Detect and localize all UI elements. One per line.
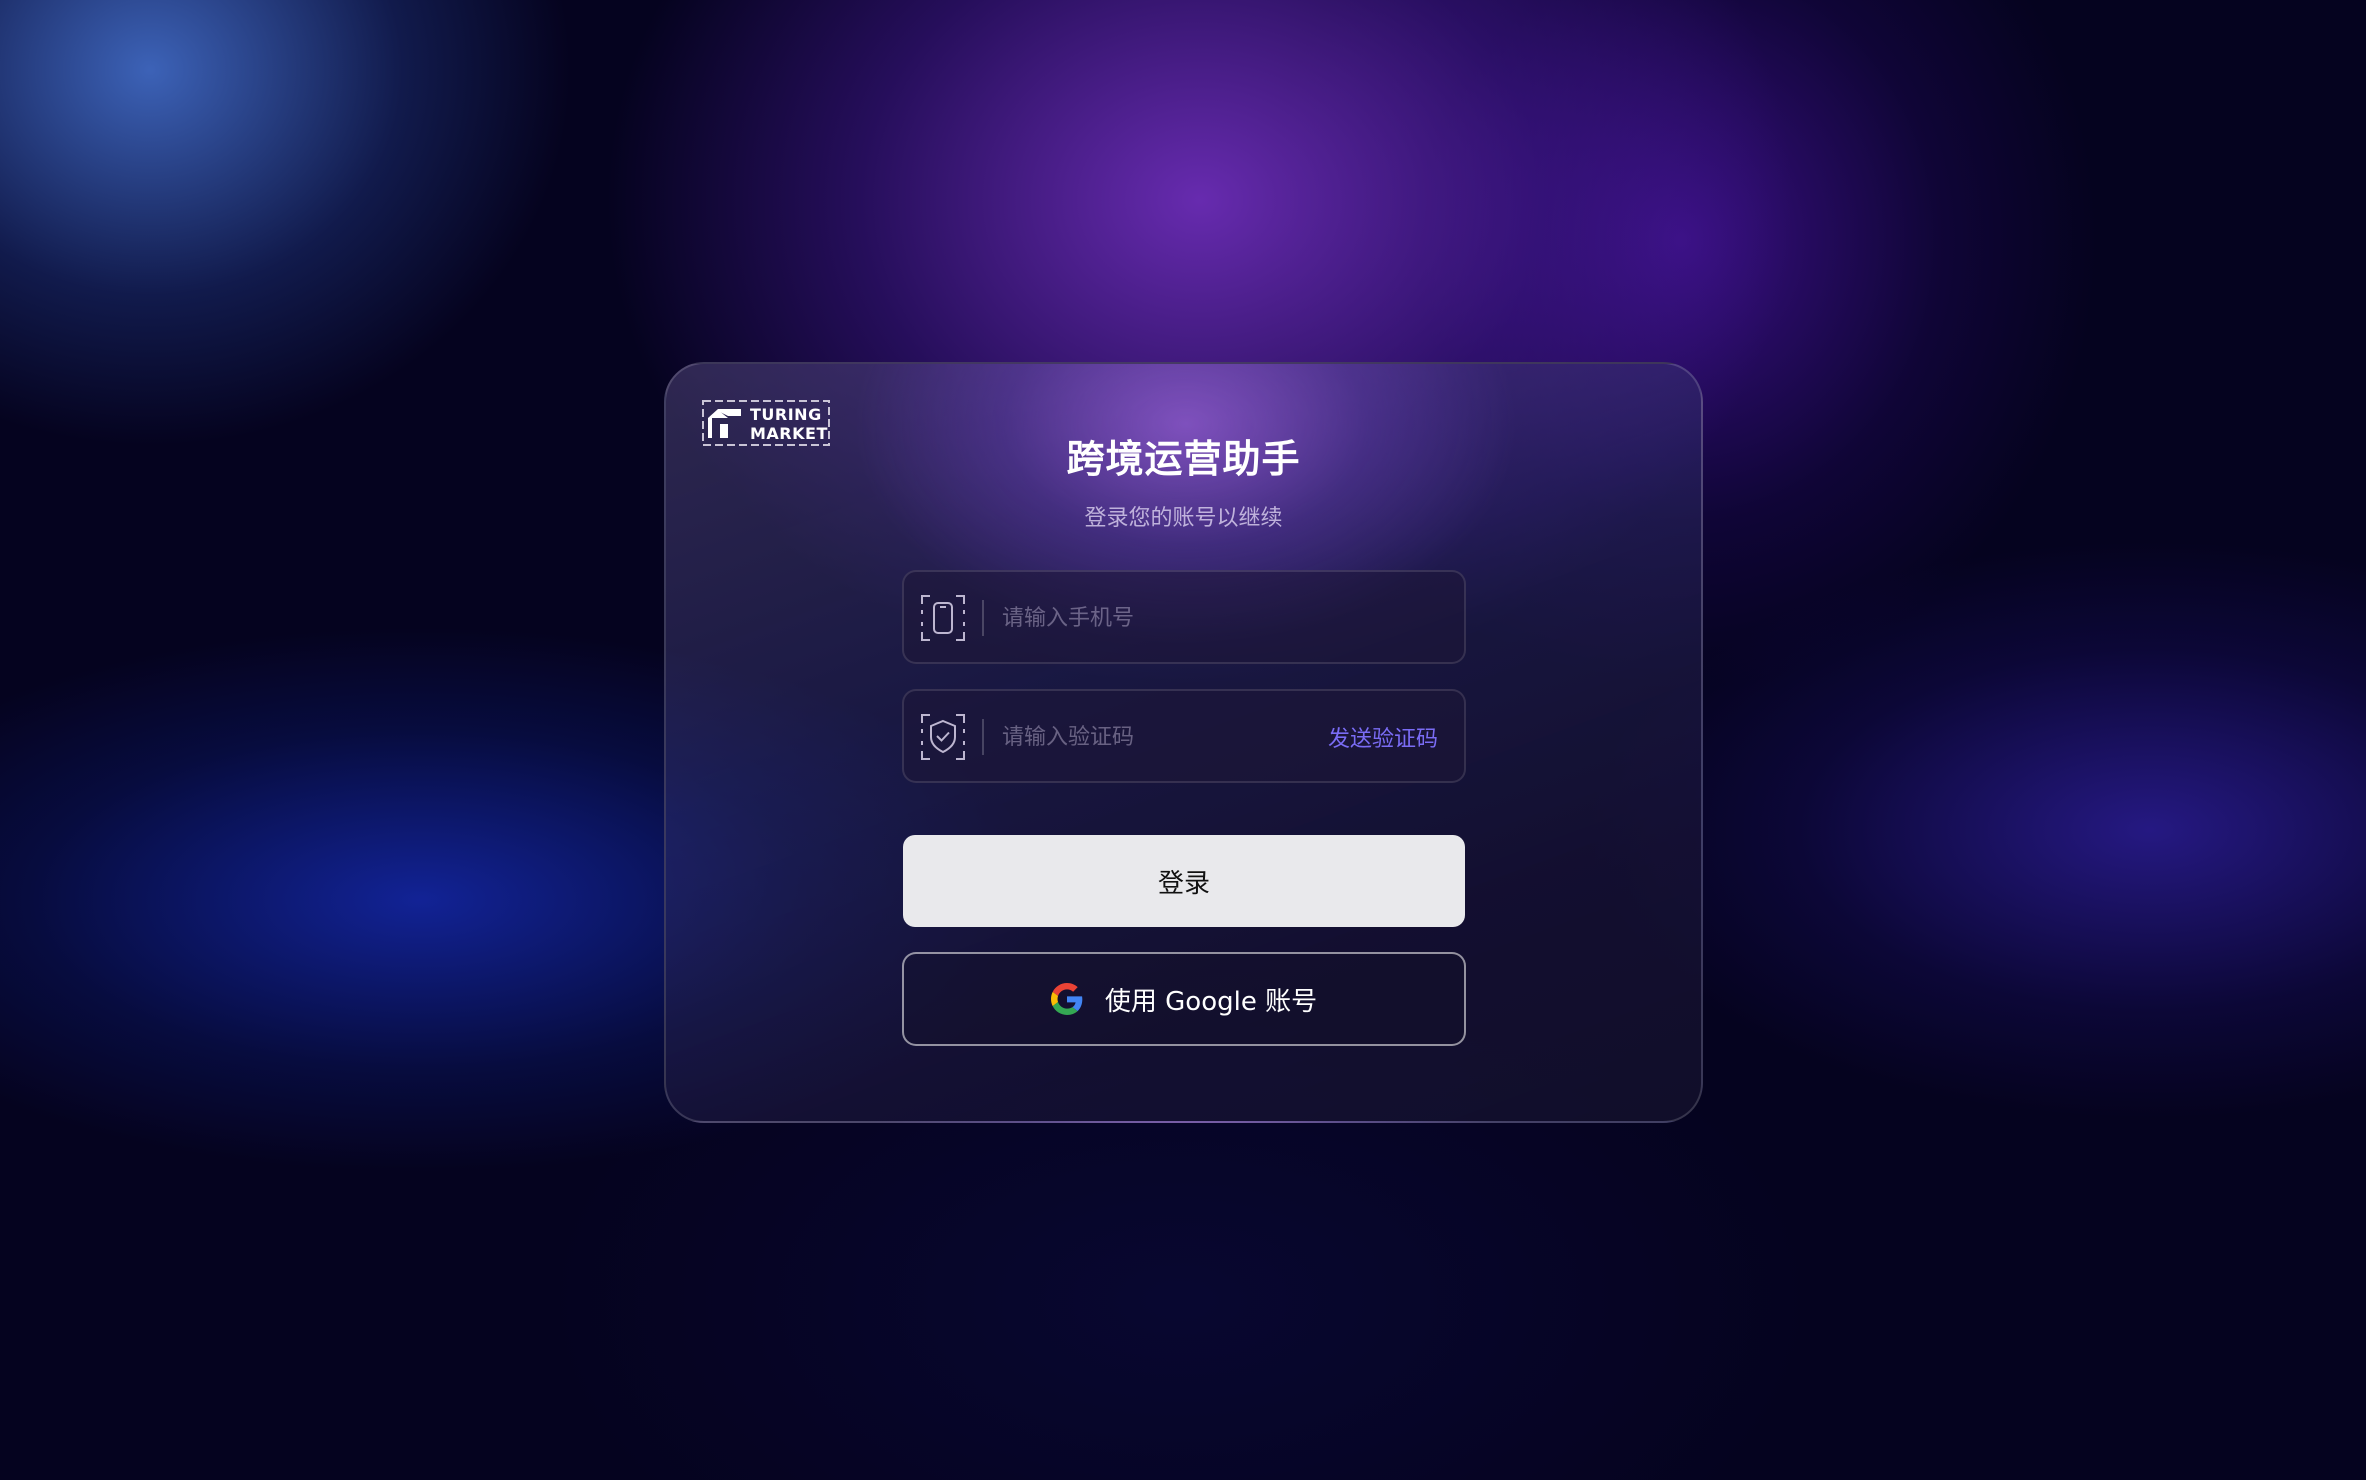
google-button-label: 使用 Google 账号 [1104,986,1318,1017]
field-separator [982,600,984,636]
login-button[interactable]: 登录 [903,835,1465,927]
login-card: TURING MARKET 跨境运营助手 登录您的账号以继续 请输入手机号 请输… [664,362,1703,1123]
field-separator [982,719,984,755]
code-field[interactable]: 发送验证码 [902,689,1466,783]
page-title: 跨境运营助手 [1066,437,1301,481]
verification-code-input[interactable] [1002,711,1302,763]
google-icon [1050,983,1083,1015]
shield-check-icon [920,713,966,761]
page-subtitle: 登录您的账号以继续 [1084,506,1283,531]
google-login-button[interactable]: 使用 Google 账号 [902,952,1466,1046]
phone-input[interactable] [1002,592,1302,644]
phone-icon [920,594,966,642]
phone-field[interactable] [902,570,1466,664]
logo-line-1: TURING [750,405,822,424]
send-code-link[interactable]: 发送验证码 [1328,721,1438,753]
